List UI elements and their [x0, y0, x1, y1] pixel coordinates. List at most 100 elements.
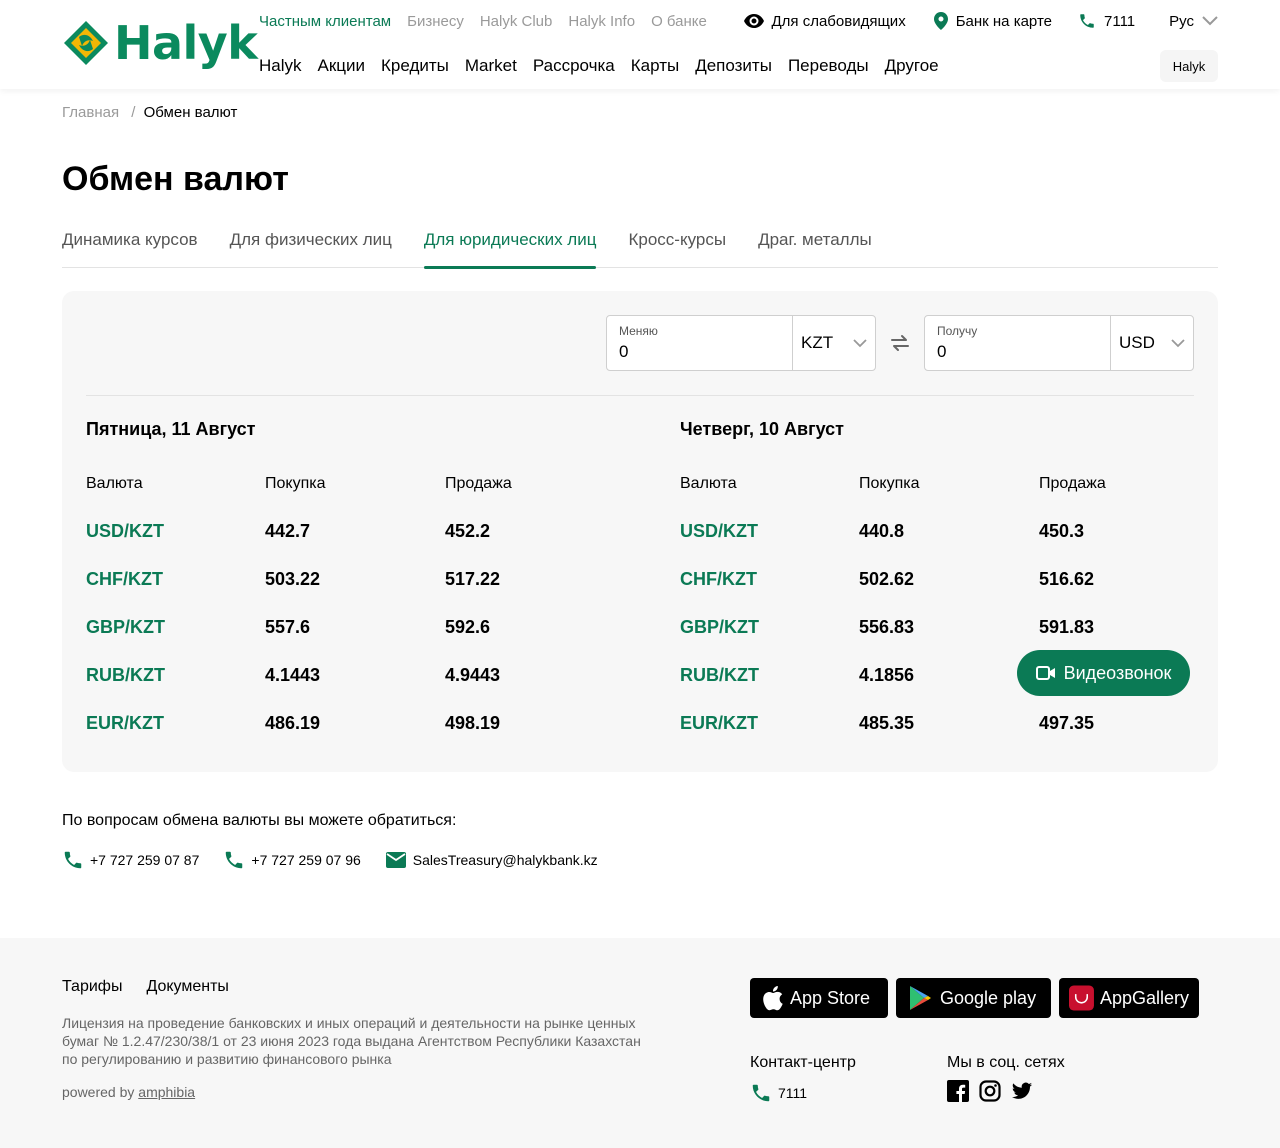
location-pin-icon [933, 12, 948, 30]
tab-legal-entities[interactable]: Для юридических лиц [423, 230, 596, 269]
swap-icon[interactable] [888, 331, 912, 355]
footer-link-documents[interactable]: Документы [146, 978, 228, 996]
chevron-down-icon [853, 338, 867, 347]
currency-pair-link[interactable]: RUB/KZT [86, 665, 165, 686]
currency-pair-link[interactable]: RUB/KZT [680, 665, 759, 686]
rates-day-previous: Четверг, 10 Август Валюта Покупка Продаж… [680, 419, 1106, 733]
map-link[interactable]: Банк на карте [933, 12, 1052, 30]
currency-pair-link[interactable]: USD/KZT [680, 521, 758, 542]
to-currency-value: USD [1119, 333, 1155, 352]
main-nav-installment[interactable]: Рассрочка [533, 56, 615, 76]
contacts-list: +7 727 259 07 87 +7 727 259 07 96 SalesT… [62, 849, 598, 871]
google-play-badge[interactable]: Google play [896, 978, 1051, 1018]
from-currency-select[interactable]: KZT [793, 316, 875, 370]
main-nav-promos[interactable]: Акции [318, 56, 366, 76]
main-nav-deposits[interactable]: Депозиты [695, 56, 772, 76]
buy-rate: 440.8 [859, 521, 905, 541]
main-nav-credits[interactable]: Кредиты [381, 56, 449, 76]
tab-individuals[interactable]: Для физических лиц [230, 230, 392, 268]
video-call-label: Видеозвонок [1063, 662, 1172, 683]
language-select[interactable]: Рус [1169, 13, 1218, 30]
rates-panel: Меняю 0 KZT Получу 0 USD Пятница, 11 Авг… [62, 291, 1218, 772]
top-nav-business[interactable]: Бизнесу [407, 13, 464, 30]
from-amount-label: Меняю [619, 324, 658, 338]
phone-icon [1080, 14, 1094, 28]
low-vision-link[interactable]: Для слабовидящих [743, 12, 906, 30]
col-header-buy: Покупка [859, 475, 920, 492]
tab-rates-dynamics[interactable]: Динамика курсов [62, 230, 198, 268]
app-gallery-label: AppGallery [1099, 987, 1189, 1008]
buy-rate: 4.1443 [265, 665, 321, 685]
currency-pair-link[interactable]: CHF/KZT [86, 569, 163, 590]
tab-precious-metals[interactable]: Драг. металлы [758, 230, 872, 268]
app-store-badge[interactable]: App Store [750, 978, 888, 1018]
breadcrumb-current: Обмен валют [143, 104, 238, 121]
facebook-icon[interactable] [947, 1080, 969, 1102]
contact-phone-2[interactable]: +7 727 259 07 96 [223, 849, 361, 871]
video-camera-icon [1035, 666, 1055, 680]
halyk-button[interactable]: Halyk [1160, 50, 1218, 82]
logo-text: Halyk [114, 16, 258, 70]
app-gallery-badge[interactable]: AppGallery [1059, 978, 1199, 1018]
day-title: Пятница, 11 Август [86, 419, 256, 439]
contact-phone-1[interactable]: +7 727 259 07 87 [62, 849, 199, 871]
contact-center-phone-label: 7111 [778, 1085, 808, 1101]
google-play-icon [910, 986, 931, 1010]
currency-pair-link[interactable]: CHF/KZT [680, 569, 757, 590]
app-store-label: App Store [790, 987, 871, 1008]
rates-day-today: Пятница, 11 Август Валюта Покупка Продаж… [86, 419, 512, 733]
top-nav-halyk-info[interactable]: Halyk Info [568, 13, 635, 30]
currency-pair-link[interactable]: GBP/KZT [86, 617, 165, 638]
breadcrumb-home[interactable]: Главная [62, 104, 119, 121]
to-currency-select[interactable]: USD [1111, 316, 1193, 370]
contact-email-label: SalesTreasury@halykbank.kz [412, 852, 598, 868]
main-nav-market[interactable]: Market [465, 56, 517, 76]
top-nav-private[interactable]: Частным клиентам [259, 13, 391, 30]
footer-social: Мы в соц. сетях [947, 1054, 1065, 1102]
main-nav-halyk[interactable]: Halyk [259, 56, 302, 76]
sell-rate: 450.3 [1039, 521, 1085, 541]
panel-divider [86, 395, 1194, 396]
twitter-icon[interactable] [1011, 1080, 1033, 1102]
col-header-currency: Валюта [86, 475, 143, 492]
top-nav-halyk-club[interactable]: Halyk Club [480, 13, 553, 30]
google-play-label: Google play [940, 987, 1037, 1008]
social-title: Мы в соц. сетях [947, 1054, 1065, 1071]
from-currency-value: KZT [801, 333, 834, 352]
breadcrumb: Главная / Обмен валют [62, 104, 237, 121]
main-nav-transfers[interactable]: Переводы [788, 56, 869, 76]
contact-center-phone[interactable]: 7111 [750, 1082, 856, 1104]
contact-email[interactable]: SalesTreasury@halykbank.kz [385, 851, 598, 869]
video-call-button[interactable]: Видеозвонок [1017, 650, 1190, 696]
contact-center-title: Контакт-центр [750, 1054, 856, 1071]
to-amount-field[interactable]: Получу 0 [925, 316, 1111, 370]
breadcrumb-separator: / [131, 104, 136, 121]
chevron-down-icon [1202, 16, 1218, 26]
powered-by: powered by amphibia [62, 1084, 195, 1100]
instagram-icon[interactable] [979, 1080, 1001, 1102]
from-amount-field[interactable]: Меняю 0 [607, 316, 793, 370]
currency-pair-link[interactable]: EUR/KZT [86, 713, 164, 734]
main-nav-other[interactable]: Другое [885, 56, 939, 76]
social-icons [947, 1080, 1065, 1102]
tab-cross-rates[interactable]: Кросс-курсы [628, 230, 726, 268]
app-store-badges: App Store Google play AppGallery [750, 978, 1199, 1018]
currency-pair-link[interactable]: GBP/KZT [680, 617, 759, 638]
apple-icon [763, 986, 783, 1011]
top-nav-about[interactable]: О банке [651, 13, 707, 30]
main-nav-cards[interactable]: Карты [631, 56, 679, 76]
to-amount-value: 0 [937, 342, 947, 361]
powered-by-prefix: powered by [62, 1084, 135, 1100]
currency-pair-link[interactable]: USD/KZT [86, 521, 164, 542]
buy-rate: 4.1856 [859, 665, 915, 685]
footer-link-tariffs[interactable]: Тарифы [62, 978, 122, 996]
low-vision-label: Для слабовидящих [771, 12, 906, 30]
currency-pair-link[interactable]: EUR/KZT [680, 713, 758, 734]
col-header-sell: Продажа [445, 475, 512, 492]
phone-link[interactable]: 7111 [1078, 12, 1135, 30]
contacts-title: По вопросам обмена валюты вы можете обра… [62, 812, 457, 829]
powered-by-link[interactable]: amphibia [138, 1084, 195, 1100]
phone-icon [64, 851, 82, 869]
halyk-logo[interactable]: Halyk [62, 16, 258, 70]
converter-to: Получу 0 USD [924, 315, 1194, 371]
